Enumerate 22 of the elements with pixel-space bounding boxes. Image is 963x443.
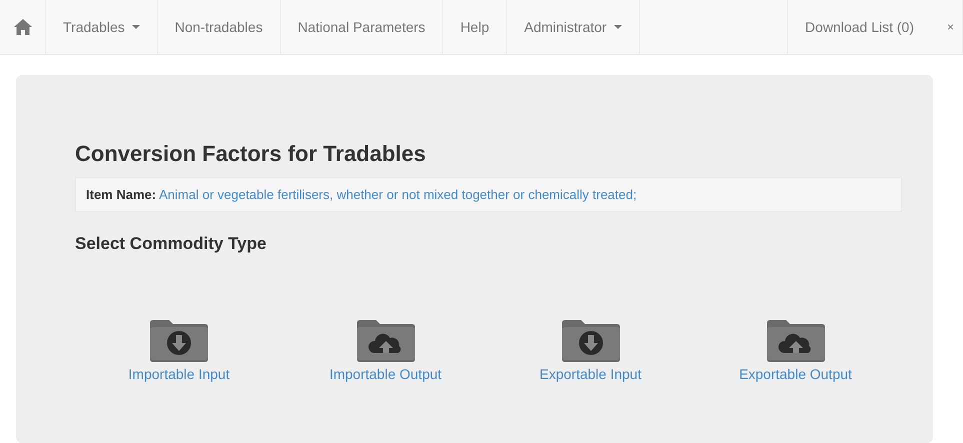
commodity-link[interactable]: Exportable Output (739, 366, 852, 382)
folder-icon[interactable] (148, 318, 210, 362)
nav-item[interactable]: Tradables (46, 0, 158, 54)
folder-icon[interactable] (764, 318, 826, 362)
section-title: Select Commodity Type (75, 234, 268, 254)
nav-item[interactable]: Administrator (507, 0, 640, 54)
item-name-link[interactable]: Animal or vegetable fertilisers, whether or not mixed together or chemically treated; (158, 187, 637, 202)
nav-item[interactable]: Non-tradables (158, 0, 281, 54)
caret-icon (132, 25, 140, 29)
nav-item[interactable]: Download List (0) (787, 0, 931, 54)
nav-item[interactable]: National Parameters (280, 0, 444, 54)
page-title: Conversion Factors for Tradables (75, 141, 427, 167)
caret-icon (614, 25, 622, 29)
folder-icon[interactable] (560, 318, 622, 362)
close-button[interactable]: × (930, 0, 963, 54)
folder-icon[interactable] (354, 318, 416, 362)
commodity-link[interactable]: Importable Input (128, 366, 230, 382)
commodity-link[interactable]: Exportable Input (540, 366, 642, 382)
home-icon (14, 19, 32, 35)
commodity-link[interactable]: Importable Output (329, 366, 442, 382)
item-name-label: Item Name: (86, 187, 156, 202)
nav-item[interactable]: Help (443, 0, 508, 54)
